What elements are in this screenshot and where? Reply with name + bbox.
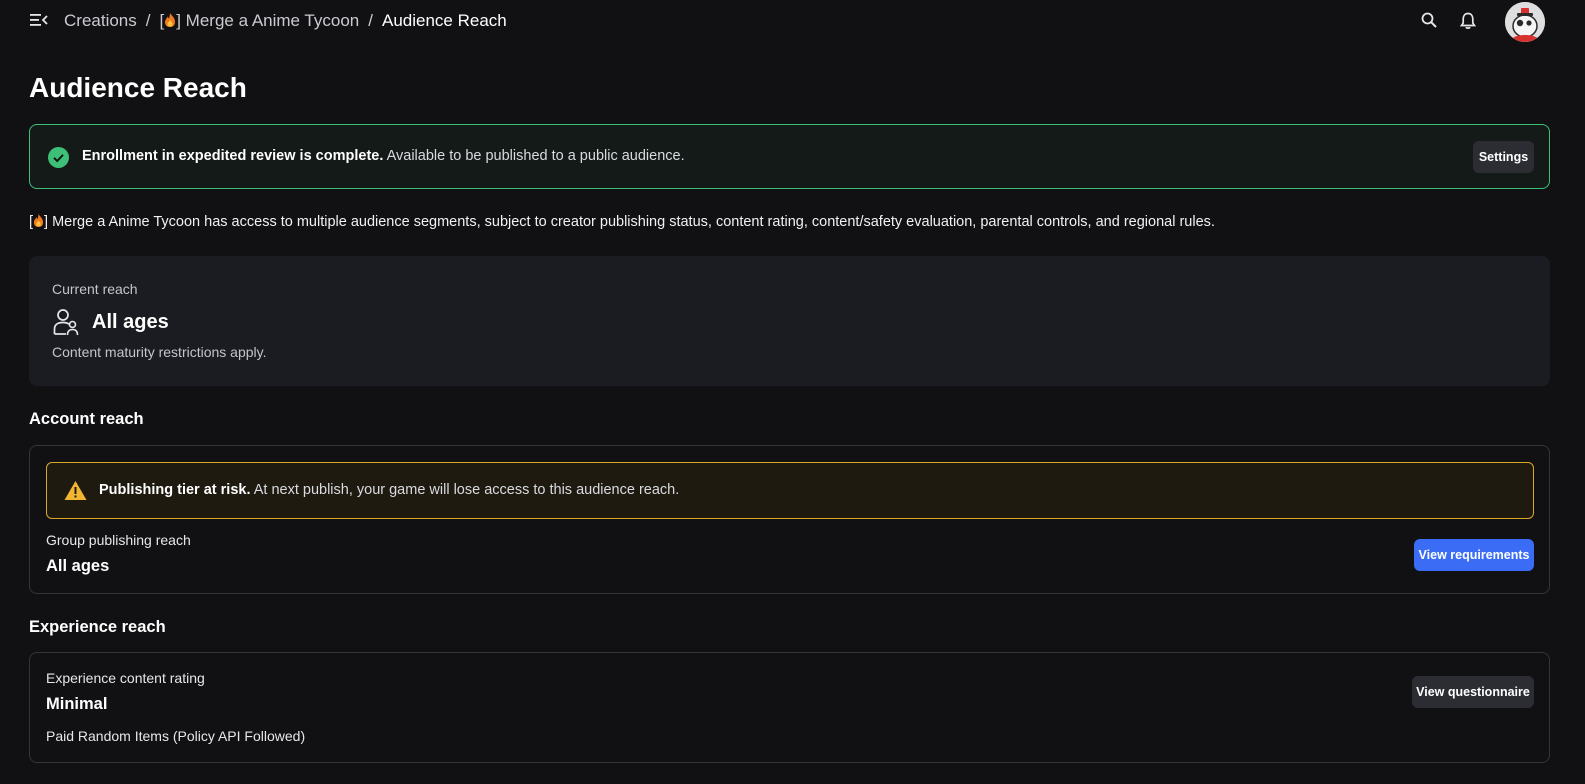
warning-icon — [64, 481, 87, 500]
intro-body: ] Merge a Anime Tycoon has access to mul… — [44, 214, 1215, 230]
page-title: Audience Reach — [29, 72, 247, 103]
view-requirements-button[interactable]: View requirements — [1414, 539, 1534, 571]
breadcrumb-current: Audience Reach — [381, 11, 507, 30]
breadcrumb-separator: / — [368, 11, 373, 30]
bell-icon[interactable] — [1460, 12, 1476, 30]
menu-collapse-icon[interactable] — [30, 12, 48, 28]
avatar-image — [1505, 2, 1545, 42]
flame-icon — [165, 13, 176, 27]
breadcrumb-game-name: ] Merge a Anime Tycoon — [176, 11, 360, 30]
search-icon[interactable] — [1421, 12, 1437, 28]
people-icon — [53, 309, 79, 336]
flame-icon — [33, 214, 44, 227]
warning-message-bold: Publishing tier at risk. — [99, 482, 251, 498]
success-banner: Enrollment in expedited review is comple… — [29, 124, 1550, 189]
experience-reach-title: Experience reach — [29, 618, 166, 636]
group-publishing-reach-label: Group publishing reach — [46, 532, 191, 548]
current-reach-label: Current reach — [52, 281, 138, 297]
breadcrumb-creations[interactable]: Creations — [64, 11, 137, 31]
success-message: Enrollment in expedited review is comple… — [82, 148, 685, 164]
account-reach-title: Account reach — [29, 410, 144, 428]
content-rating-label: Experience content rating — [46, 670, 205, 686]
success-message-bold: Enrollment in expedited review is comple… — [82, 148, 384, 164]
current-reach-note: Content maturity restrictions apply. — [52, 344, 267, 360]
breadcrumb-game[interactable]: [] Merge a Anime Tycoon — [160, 11, 360, 31]
check-circle-icon — [48, 147, 69, 168]
view-questionnaire-button[interactable]: View questionnaire — [1412, 676, 1534, 708]
experience-reach-box: Experience content rating Minimal Paid R… — [29, 652, 1550, 763]
avatar[interactable] — [1505, 2, 1545, 42]
success-message-text: Available to be published to a public au… — [383, 148, 685, 164]
current-reach-value: All ages — [92, 311, 169, 333]
warning-message: Publishing tier at risk. At next publish… — [99, 482, 679, 498]
account-reach-box: Publishing tier at risk. At next publish… — [29, 445, 1550, 594]
content-descriptor: Paid Random Items (Policy API Followed) — [46, 728, 306, 744]
breadcrumb-separator: / — [145, 11, 151, 30]
settings-button[interactable]: Settings — [1473, 141, 1534, 173]
breadcrumb: Creations / [] Merge a Anime Tycoon / Au… — [64, 10, 507, 32]
intro-text: [] Merge a Anime Tycoon has access to mu… — [29, 213, 1215, 230]
current-reach-card: Current reach All ages Content maturity … — [29, 256, 1550, 386]
warning-message-text: At next publish, your game will lose acc… — [250, 482, 680, 498]
group-publishing-reach-value: All ages — [46, 557, 110, 575]
content-rating-value: Minimal — [46, 695, 108, 713]
warning-banner: Publishing tier at risk. At next publish… — [46, 462, 1534, 519]
top-bar: Creations / [] Merge a Anime Tycoon / Au… — [0, 0, 1585, 42]
